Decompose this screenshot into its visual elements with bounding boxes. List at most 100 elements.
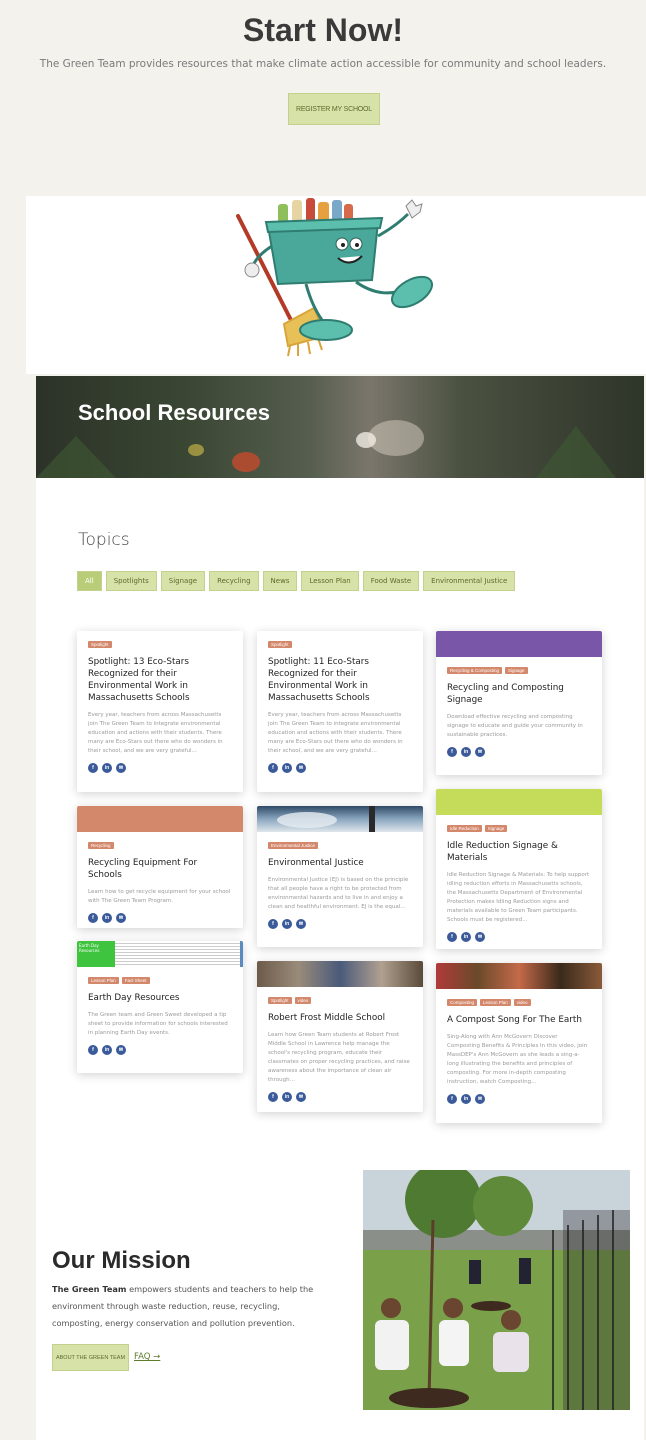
share-icons: f in ✉ — [88, 763, 232, 773]
card-title[interactable]: Earth Day Resources — [88, 992, 232, 1004]
linkedin-icon[interactable]: in — [461, 932, 471, 942]
resource-card[interactable]: Spotlight Spotlight: 13 Eco-Stars Recogn… — [77, 631, 243, 792]
card-tag[interactable]: Composting — [447, 999, 478, 1006]
share-icons: f in ✉ — [88, 913, 232, 923]
garden-hands-photo — [36, 420, 616, 478]
filter-spotlights[interactable]: Spotlights — [105, 571, 157, 591]
card-title[interactable]: Robert Frost Middle School — [268, 1012, 412, 1024]
mission-title: Our Mission — [52, 1247, 191, 1274]
email-icon[interactable]: ✉ — [296, 919, 306, 929]
card-title[interactable]: A Compost Song For The Earth — [447, 1014, 591, 1026]
facebook-icon[interactable]: f — [88, 763, 98, 773]
card-tag[interactable]: Fact Sheet — [121, 977, 150, 984]
facebook-icon[interactable]: f — [268, 763, 278, 773]
resource-card[interactable]: Recycling Recycling Equipment For School… — [77, 806, 243, 928]
card-tag[interactable]: Recycling & Composting — [447, 667, 503, 674]
email-icon[interactable]: ✉ — [475, 932, 485, 942]
card-tag[interactable]: video — [294, 997, 312, 1004]
filter-lesson-plan[interactable]: Lesson Plan — [301, 571, 359, 591]
card-excerpt: Download effective recycling and compost… — [447, 714, 583, 738]
resource-card[interactable]: Idle Reduction Signage Idle Reduction Si… — [436, 789, 602, 949]
resource-card[interactable]: Recycling & Composting Signage Recycling… — [436, 631, 602, 775]
linkedin-icon[interactable]: in — [102, 1045, 112, 1055]
linkedin-icon[interactable]: in — [102, 913, 112, 923]
resource-card[interactable]: Spotlight video Robert Frost Middle Scho… — [257, 961, 423, 1112]
resource-card[interactable]: Earth Day Resources Lesson Plan Fact She… — [77, 941, 243, 1073]
card-title[interactable]: Recycling Equipment For Schools — [88, 857, 232, 881]
card-title[interactable]: Spotlight: 11 Eco-Stars Recognized for t… — [268, 656, 412, 704]
card-excerpt: Learn how to get recycle equipment for y… — [88, 889, 231, 904]
email-icon[interactable]: ✉ — [296, 1092, 306, 1102]
filter-signage[interactable]: Signage — [160, 571, 206, 591]
about-green-team-button[interactable]: ABOUT THE GREEN TEAM — [52, 1344, 129, 1371]
facebook-icon[interactable]: f — [447, 932, 457, 942]
share-icons: f in ✉ — [447, 932, 591, 942]
share-icons: f in ✉ — [268, 1092, 412, 1102]
linkedin-icon[interactable]: in — [461, 1094, 471, 1104]
card-title[interactable]: Idle Reduction Signage & Materials — [447, 840, 591, 864]
card-tag[interactable]: Spotlight — [268, 641, 292, 648]
card-title[interactable]: Recycling and Composting Signage — [447, 682, 591, 706]
card-tag[interactable]: Lesson Plan — [88, 977, 119, 984]
email-icon[interactable]: ✉ — [116, 913, 126, 923]
earth-day-thumbnail: Earth Day Resources — [77, 941, 243, 967]
email-icon[interactable]: ✉ — [116, 1045, 126, 1055]
resource-card[interactable]: Spotlight Spotlight: 11 Eco-Stars Recogn… — [257, 631, 423, 792]
facebook-icon[interactable]: f — [268, 1092, 278, 1102]
card-excerpt: Learn how Green Team students at Robert … — [268, 1032, 410, 1083]
linkedin-icon[interactable]: in — [282, 919, 292, 929]
hero-subtitle: The Green Team provides resources that m… — [39, 58, 607, 70]
card-title[interactable]: Spotlight: 13 Eco-Stars Recognized for t… — [88, 656, 232, 704]
card-color-header — [436, 789, 602, 815]
card-excerpt: Every year, teachers from across Massach… — [268, 712, 403, 754]
card-tag[interactable]: Signage — [484, 825, 508, 832]
email-icon[interactable]: ✉ — [296, 763, 306, 773]
email-icon[interactable]: ✉ — [116, 763, 126, 773]
card-tag[interactable]: Environmental Justice — [268, 842, 319, 849]
share-icons: f in ✉ — [447, 747, 591, 757]
share-icons: f in ✉ — [268, 919, 412, 929]
thumbnail-heading: Earth Day Resources — [77, 941, 115, 967]
filter-recycling[interactable]: Recycling — [209, 571, 259, 591]
card-excerpt: The Green team and Green Sweet developed… — [88, 1012, 228, 1036]
share-icons: f in ✉ — [447, 1094, 591, 1104]
card-tag[interactable]: Spotlight — [88, 641, 112, 648]
card-excerpt: Environmental Justice (EJ) is based on t… — [268, 877, 409, 910]
school-resources-banner: School Resources — [36, 376, 644, 478]
card-tag[interactable]: Recycling — [88, 842, 114, 849]
card-tag[interactable]: Signage — [505, 667, 528, 674]
share-icons: f in ✉ — [88, 1045, 232, 1055]
resource-card[interactable]: Composting Lesson Plan video A Compost S… — [436, 963, 602, 1123]
card-excerpt: Sing-Along with Ann McGovern Discover Co… — [447, 1034, 588, 1085]
card-excerpt: Idle Reduction Signage & Materials: To h… — [447, 872, 590, 923]
linkedin-icon[interactable]: in — [282, 1092, 292, 1102]
facebook-icon[interactable]: f — [268, 919, 278, 929]
facebook-icon[interactable]: f — [88, 913, 98, 923]
card-tag[interactable]: Lesson Plan — [480, 999, 511, 1006]
facebook-icon[interactable]: f — [447, 1094, 457, 1104]
filter-food-waste[interactable]: Food Waste — [362, 571, 420, 591]
linkedin-icon[interactable]: in — [102, 763, 112, 773]
filter-all[interactable]: All — [77, 571, 102, 591]
email-icon[interactable]: ✉ — [475, 747, 485, 757]
filter-news[interactable]: News — [262, 571, 298, 591]
register-school-button[interactable]: REGISTER MY SCHOOL — [288, 93, 380, 125]
resource-card[interactable]: Environmental Justice Environmental Just… — [257, 806, 423, 947]
card-title[interactable]: Environmental Justice — [268, 857, 412, 869]
linkedin-icon[interactable]: in — [461, 747, 471, 757]
email-icon[interactable]: ✉ — [475, 1094, 485, 1104]
banner-title: School Resources — [78, 400, 270, 425]
start-now-section: Start Now! The Green Team provides resou… — [0, 0, 646, 196]
facebook-icon[interactable]: f — [88, 1045, 98, 1055]
facebook-icon[interactable]: f — [447, 747, 457, 757]
card-tag[interactable]: video — [513, 999, 531, 1006]
mascot-band — [26, 196, 646, 374]
card-tag[interactable]: Idle Reduction — [447, 825, 482, 832]
card-tag[interactable]: Spotlight — [268, 997, 292, 1004]
faq-link[interactable]: FAQ → — [134, 1352, 160, 1362]
linkedin-icon[interactable]: in — [282, 763, 292, 773]
card-excerpt: Every year, teachers from across Massach… — [88, 712, 223, 754]
filter-environmental-justice[interactable]: Environmental Justice — [423, 571, 516, 591]
topic-filter-bar: All Spotlights Signage Recycling News Le… — [77, 571, 516, 591]
mission-text: The Green Team empowers students and tea… — [52, 1281, 324, 1332]
